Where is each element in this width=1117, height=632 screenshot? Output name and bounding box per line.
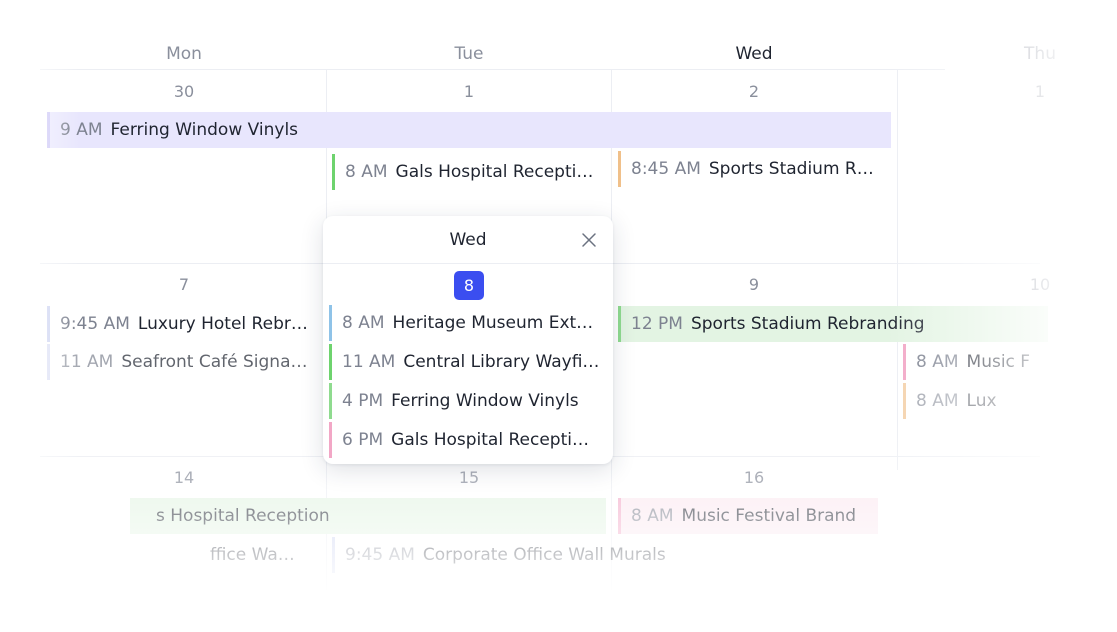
day-header-wed: Wed <box>735 44 773 64</box>
date-cell-1[interactable]: 1 <box>449 82 489 101</box>
popover-title: Wed <box>449 230 487 250</box>
date-cell-9[interactable]: 9 <box>734 275 774 294</box>
selected-date-badge: 8 <box>454 271 484 300</box>
event-time: 9:45 AM <box>345 545 415 565</box>
event-time: 9:45 AM <box>60 314 130 334</box>
popover-header: Wed <box>323 216 613 264</box>
close-icon[interactable] <box>581 232 597 248</box>
event-time: 11 AM <box>342 352 396 372</box>
date-cell-15[interactable]: 15 <box>449 468 489 487</box>
event-title: Ferring Window Vinyls <box>391 391 579 411</box>
day-header-tue: Tue <box>454 44 484 64</box>
event-title: Gals Hospital Recepti… <box>391 430 589 450</box>
event-title: Gals Hospital Recepti… <box>395 162 594 182</box>
event-corporate-office-wall-murals[interactable]: 9:45 AM Corporate Office Wall Murals <box>332 537 692 573</box>
event-title: Corporate Office Wall Murals <box>422 545 666 565</box>
event-luxury-hotel[interactable]: 9:45 AM Luxury Hotel Rebr… <box>47 306 309 342</box>
grid-line <box>897 70 898 470</box>
popover-event-heritage-museum[interactable]: 8 AM Heritage Museum Ext… <box>329 305 599 341</box>
event-time: 8 AM <box>345 162 388 182</box>
date-cell-7[interactable]: 7 <box>164 275 204 294</box>
date-cell-14[interactable]: 14 <box>164 468 204 487</box>
event-title: Luxury Hotel Rebr… <box>137 314 308 334</box>
event-time: 8 AM <box>342 313 385 333</box>
event-hospital-reception[interactable]: s Hospital Reception <box>130 498 606 534</box>
event-title: ffice Wa… <box>210 545 295 565</box>
popover-event-ferring-window-vinyls[interactable]: 4 PM Ferring Window Vinyls <box>329 383 599 419</box>
day-events-popover: Wed 8 8 AM Heritage Museum Ext… 11 AM Cent… <box>323 216 613 464</box>
event-seafront-cafe[interactable]: 11 AM Seafront Café Signa… <box>47 344 309 380</box>
event-time: 11 AM <box>60 352 114 372</box>
event-time: 12 PM <box>631 314 683 334</box>
event-time: 6 PM <box>342 430 384 450</box>
day-header-mon: Mon <box>166 44 202 64</box>
event-time: 8 AM <box>916 352 959 372</box>
date-cell-10[interactable]: 10 <box>1020 275 1060 294</box>
date-cell-thu-1[interactable]: 1 <box>1020 82 1060 101</box>
popover-event-gals-hospital[interactable]: 6 PM Gals Hospital Recepti… <box>329 422 599 458</box>
event-title: s Hospital Reception <box>156 506 330 526</box>
event-title: Seafront Café Signa… <box>121 352 308 372</box>
event-time: 8 AM <box>631 506 674 526</box>
grid-line <box>40 69 945 70</box>
event-sports-stadium[interactable]: 8:45 AM Sports Stadium R… <box>618 151 886 187</box>
event-time: 8 AM <box>916 391 959 411</box>
event-music-festival[interactable]: 8 AM Music F <box>903 344 1033 380</box>
event-title: Heritage Museum Ext… <box>392 313 594 333</box>
date-cell-2[interactable]: 2 <box>734 82 774 101</box>
event-luxury-thu[interactable]: 8 AM Lux <box>903 383 1033 419</box>
date-cell-16[interactable]: 16 <box>734 468 774 487</box>
event-title: Central Library Wayfi… <box>403 352 599 372</box>
event-title: Lux <box>966 391 997 411</box>
event-music-festival-branding[interactable]: 8 AM Music Festival Brand <box>618 498 878 534</box>
event-title: Sports Stadium Rebranding <box>690 314 925 334</box>
event-title: Music F <box>966 352 1031 372</box>
event-ferring-window-vinyls[interactable]: 9 AM Ferring Window Vinyls <box>47 112 891 148</box>
event-time: 9 AM <box>60 120 103 140</box>
event-time: 4 PM <box>342 391 384 411</box>
event-sports-stadium-rebranding[interactable]: 12 PM Sports Stadium Rebranding <box>618 306 1048 342</box>
date-cell-30[interactable]: 30 <box>164 82 204 101</box>
day-header-thu: Thu <box>1024 44 1056 64</box>
event-office-wall[interactable]: ffice Wa… <box>190 537 315 573</box>
event-title: Ferring Window Vinyls <box>110 120 299 140</box>
popover-event-central-library[interactable]: 11 AM Central Library Wayfi… <box>329 344 599 380</box>
event-title: Sports Stadium R… <box>708 159 874 179</box>
event-title: Music Festival Brand <box>681 506 857 526</box>
top-fade-overlay <box>0 0 1117 45</box>
event-gals-hospital-reception[interactable]: 8 AM Gals Hospital Recepti… <box>332 154 604 190</box>
event-time: 8:45 AM <box>631 159 701 179</box>
